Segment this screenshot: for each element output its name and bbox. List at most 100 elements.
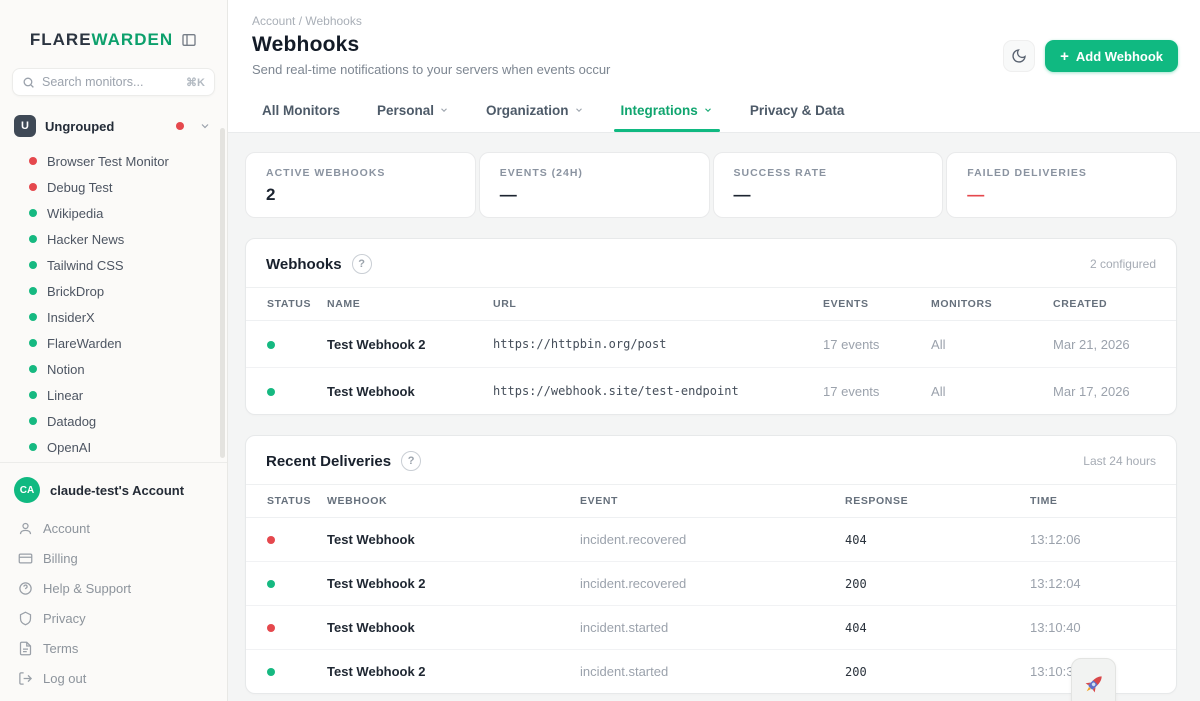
tab-privacy-data[interactable]: Privacy & Data [750,88,845,132]
webhook-created: Mar 21, 2026 [1045,321,1176,368]
sidebar-item-monitor[interactable]: Datadog [0,408,227,434]
sidebar-scrollbar[interactable] [220,128,225,458]
delivery-event: incident.started [572,606,837,650]
group-badge: U [14,115,36,137]
sidebar-item-monitor[interactable]: Wikipedia [0,200,227,226]
col-webhook: WEBHOOK [319,485,572,518]
tab-personal[interactable]: Personal [377,88,449,132]
search-input[interactable]: Search monitors... ⌘K [12,68,215,96]
col-monitors: MONITORS [923,288,1045,321]
search-icon [22,76,35,89]
stat-events-24h: EVENTS (24H) — [479,152,710,218]
logo-text-flare: FLARE [30,30,92,49]
col-event: EVENT [572,485,837,518]
help-icon[interactable]: ? [352,254,372,274]
sidebar-item-monitor[interactable]: BrickDrop [0,278,227,304]
table-row[interactable]: Test Webhook incident.started 404 13:10:… [246,606,1176,650]
sidebar-item-monitor[interactable]: Tailwind CSS [0,252,227,278]
monitor-label: FlareWarden [47,336,122,351]
status-dot [29,157,37,165]
breadcrumb[interactable]: Account / Webhooks [252,14,610,28]
sidebar: FLAREWARDEN Search monitors... ⌘K U Ungr… [0,0,228,701]
status-dot [29,417,37,425]
monitor-label: Wikipedia [47,206,103,221]
stats-row: ACTIVE WEBHOOKS 2 EVENTS (24H) — SUCCESS… [245,152,1177,218]
table-row[interactable]: Test Webhook 2 incident.started 200 13:1… [246,650,1176,694]
sidebar-item-monitor[interactable]: Notion [0,356,227,382]
table-row[interactable]: Test Webhook 2 https://httpbin.org/post … [246,321,1176,368]
col-created: CREATED [1045,288,1176,321]
webhook-events: 17 events [815,368,923,415]
sidebar-item-privacy[interactable]: Privacy [14,603,213,633]
delivery-event: incident.recovered [572,562,837,606]
status-dot [267,536,275,544]
tab-organization[interactable]: Organization [486,88,584,132]
group-name: Ungrouped [45,119,167,134]
tab-integrations[interactable]: Integrations [621,88,713,132]
sidebar-collapse-icon[interactable] [181,32,197,48]
page-subtitle: Send real-time notifications to your ser… [252,62,610,77]
delivery-time: 13:12:06 [1022,518,1176,562]
sidebar-item-help-support[interactable]: Help & Support [14,573,213,603]
plus-icon: + [1060,48,1069,65]
sidebar-item-monitor[interactable]: Debug Test [0,174,227,200]
status-dot [267,668,275,676]
table-row[interactable]: Test Webhook 2 incident.recovered 200 13… [246,562,1176,606]
sidebar-item-monitor[interactable]: InsiderX [0,304,227,330]
webhook-url: https://webhook.site/test-endpoint [493,382,743,400]
help-circle-icon [18,581,33,596]
rocket-widget-button[interactable] [1071,658,1116,701]
webhooks-card-title: Webhooks [266,256,342,273]
delivery-response: 200 [837,650,1022,694]
account-name: claude-test's Account [50,483,184,498]
sidebar-item-monitor[interactable]: FlareWarden [0,330,227,356]
delivery-response: 404 [837,606,1022,650]
chevron-down-icon [703,105,713,115]
sidebar-item-terms[interactable]: Terms [14,633,213,663]
status-dot [29,287,37,295]
credit-card-icon [18,551,33,566]
time-range-label: Last 24 hours [1083,454,1156,468]
dark-mode-toggle-button[interactable] [1003,40,1035,72]
sidebar-item-monitor[interactable]: Browser Test Monitor [0,148,227,174]
table-row[interactable]: Test Webhook https://webhook.site/test-e… [246,368,1176,415]
delivery-webhook: Test Webhook 2 [319,650,572,694]
sidebar-item-monitor[interactable]: Hacker News [0,226,227,252]
menu-label: Privacy [43,611,86,626]
col-response: RESPONSE [837,485,1022,518]
status-dot [29,261,37,269]
sidebar-group-ungrouped[interactable]: U Ungrouped [0,112,227,140]
sidebar-item-logout[interactable]: Log out [14,663,213,693]
tab-bar: All Monitors Personal Organization Integ… [228,88,1200,133]
delivery-response: 200 [837,562,1022,606]
configured-count: 2 configured [1090,257,1156,271]
webhook-events: 17 events [815,321,923,368]
recent-deliveries-card: Recent Deliveries ? Last 24 hours STATUS… [245,435,1177,694]
sidebar-item-account[interactable]: Account [14,513,213,543]
table-row[interactable]: Test Webhook incident.recovered 404 13:1… [246,518,1176,562]
account-switcher[interactable]: CA claude-test's Account [14,473,213,507]
webhook-name: Test Webhook [319,368,485,415]
add-webhook-label: Add Webhook [1076,49,1163,64]
status-dot [267,624,275,632]
status-dot [29,365,37,373]
sidebar-item-billing[interactable]: Billing [14,543,213,573]
sidebar-item-monitor[interactable]: Linear [0,382,227,408]
webhooks-card: Webhooks ? 2 configured STATUS NAME URL … [245,238,1177,415]
delivery-event: incident.recovered [572,518,837,562]
menu-label: Log out [43,671,86,686]
chevron-down-icon [199,120,211,132]
col-status: STATUS [246,288,319,321]
help-icon[interactable]: ? [401,451,421,471]
menu-label: Terms [43,641,78,656]
monitor-list: Browser Test Monitor Debug Test Wikipedi… [0,148,227,462]
monitor-label: Tailwind CSS [47,258,124,273]
tab-all-monitors[interactable]: All Monitors [262,88,340,132]
sidebar-item-monitor[interactable]: OpenAI [0,434,227,460]
webhook-monitors: All [923,368,1045,415]
webhook-name: Test Webhook 2 [319,321,485,368]
deliveries-card-title: Recent Deliveries [266,453,391,470]
monitor-label: Browser Test Monitor [47,154,169,169]
add-webhook-button[interactable]: + Add Webhook [1045,40,1178,72]
monitor-label: Notion [47,362,85,377]
